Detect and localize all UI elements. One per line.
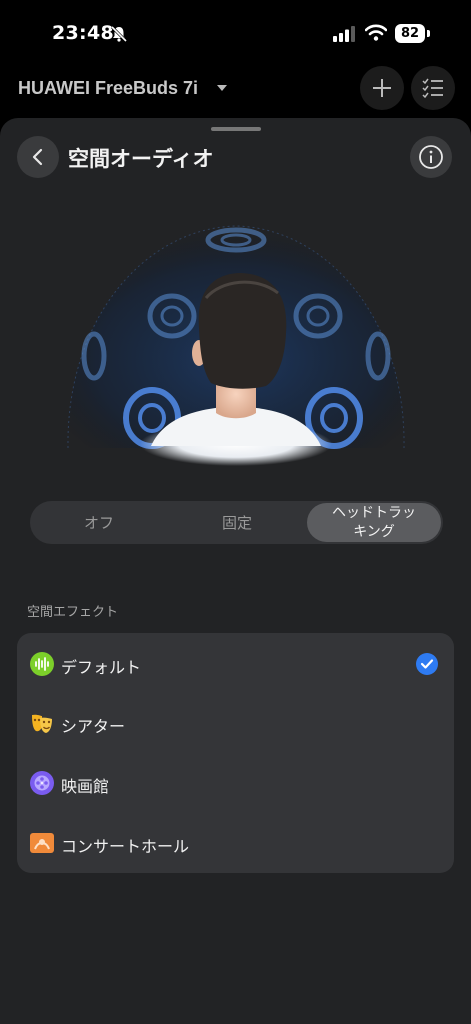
- chevron-left-icon: [32, 148, 43, 166]
- add-button[interactable]: [360, 66, 404, 110]
- spatial-effect-list: デフォルト シアター 映画館 コンサートホール: [17, 633, 454, 873]
- spatial-audio-sheet: 空間オーディオ オフ 固定 ヘッドトラッ キング 空間エフェクト デフォルト シ…: [0, 118, 471, 1024]
- audio-wave-icon: [30, 652, 54, 676]
- list-item-label: デフォルト: [61, 658, 142, 677]
- sheet-grabber[interactable]: [211, 127, 261, 131]
- list-item-label: コンサートホール: [61, 837, 190, 856]
- bell-muted-icon: [110, 25, 128, 43]
- checklist-button[interactable]: [411, 66, 455, 110]
- list-item-label: シアター: [61, 717, 126, 736]
- list-item-concert-hall[interactable]: コンサートホール: [17, 813, 454, 871]
- theater-mask-icon: [32, 714, 52, 733]
- concert-hall-icon: [30, 833, 54, 853]
- spatial-audio-illustration: [67, 225, 405, 466]
- segment-off[interactable]: オフ: [30, 501, 168, 544]
- plus-icon: [373, 79, 391, 97]
- checkmark-icon: [416, 653, 438, 675]
- battery-level: 82: [395, 24, 425, 43]
- list-item-default[interactable]: デフォルト: [17, 634, 454, 692]
- info-icon: [419, 145, 443, 169]
- page-title: 空間オーディオ: [68, 147, 214, 171]
- status-time: 23:48: [52, 22, 114, 44]
- segment-fixed[interactable]: 固定: [168, 501, 306, 544]
- back-button[interactable]: [17, 136, 59, 178]
- info-button[interactable]: [410, 136, 452, 178]
- cellular-signal-icon: [333, 26, 355, 42]
- film-reel-icon: [30, 771, 54, 795]
- list-item-theater[interactable]: シアター: [17, 693, 454, 751]
- checklist-icon: [422, 78, 443, 99]
- section-label-spatial-effect: 空間エフェクト: [27, 605, 119, 620]
- segment-head-tracking[interactable]: ヘッドトラッ キング: [307, 503, 441, 542]
- spatial-mode-segmented-control: オフ 固定 ヘッドトラッ キング: [30, 501, 443, 544]
- device-name[interactable]: HUAWEI FreeBuds 7i: [18, 78, 198, 99]
- status-bar: 23:48 82: [0, 0, 471, 70]
- battery-tip: [427, 30, 430, 37]
- chevron-down-icon[interactable]: [217, 85, 227, 91]
- wifi-icon: [365, 24, 387, 41]
- list-item-label: 映画館: [61, 777, 110, 796]
- list-item-cinema[interactable]: 映画館: [17, 753, 454, 811]
